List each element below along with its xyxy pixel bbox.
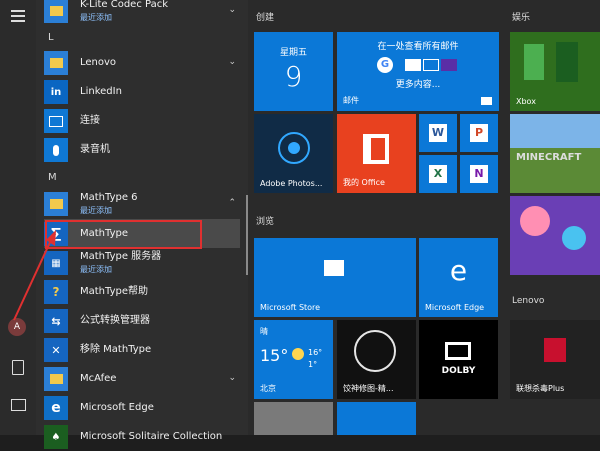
xbox-caption: Xbox xyxy=(516,97,536,106)
minecraft-logo-text: MINECRAFT xyxy=(516,152,582,163)
calendar-weekday: 星期五 xyxy=(279,48,307,58)
mcafee-caption: 联想杀毒Plus xyxy=(516,384,565,393)
minecraft-sky xyxy=(510,114,600,148)
weather-temp: 15° xyxy=(260,346,289,365)
dolby-tile[interactable]: DOLBY xyxy=(419,320,498,399)
minecraft-tile[interactable]: MINECRAFT xyxy=(510,114,600,193)
mail-title: 在一处查看所有邮件 xyxy=(377,42,459,52)
onenote-icon: N xyxy=(470,165,488,183)
eclipse-ring-icon xyxy=(354,330,396,372)
edge-caption: Microsoft Edge xyxy=(425,303,485,312)
office-caption: 我的 Office xyxy=(343,178,385,187)
group-title-create[interactable]: 创建 xyxy=(256,10,274,23)
powerpoint-tile[interactable]: P xyxy=(460,114,498,152)
office-logo-icon xyxy=(363,134,389,164)
mail-tile[interactable]: 在一处查看所有邮件 G 更多内容... 邮件 xyxy=(337,32,499,111)
weather-city: 北京 xyxy=(260,384,276,393)
store-bag-icon xyxy=(324,260,344,276)
photo-tile[interactable]: 饺神修图-精... xyxy=(337,320,416,399)
store-tile[interactable]: Microsoft Store xyxy=(254,238,416,317)
mail-caption: 邮件 xyxy=(343,96,359,105)
mcafee-tile[interactable]: 联想杀毒Plus xyxy=(510,320,600,399)
weather-tile[interactable]: 晴 15° 16° 1° 北京 xyxy=(254,320,333,399)
google-icon: G xyxy=(377,57,393,73)
weather-condition: 晴 xyxy=(260,327,268,336)
store-caption: Microsoft Store xyxy=(260,303,321,312)
bubble-game-tile[interactable] xyxy=(510,196,600,275)
word-icon: W xyxy=(429,124,447,142)
partial-tile[interactable] xyxy=(337,402,416,435)
outlook-icon xyxy=(405,59,421,71)
edge-logo-icon: e xyxy=(449,254,468,287)
sun-icon xyxy=(292,348,304,360)
edge-tile[interactable]: e Microsoft Edge xyxy=(419,238,498,317)
bubble-icon xyxy=(562,226,586,250)
weather-high: 16° xyxy=(308,348,323,357)
mail-envelope-icon xyxy=(423,59,439,71)
photoshop-caption: Adobe Photos... xyxy=(260,179,323,188)
photo-caption: 饺神修图-精... xyxy=(343,384,394,393)
weather-low: 1° xyxy=(308,360,318,369)
mcafee-shield-icon xyxy=(544,338,566,362)
yahoo-icon xyxy=(441,59,457,71)
dolby-caption: DOLBY xyxy=(441,366,476,376)
word-tile[interactable]: W xyxy=(419,114,457,152)
powerpoint-icon: P xyxy=(470,124,488,142)
group-title-browse[interactable]: 浏览 xyxy=(256,214,274,227)
partial-tile[interactable] xyxy=(254,402,333,435)
group-title-lenovo[interactable]: Lenovo xyxy=(512,296,544,306)
camera-aperture-icon xyxy=(278,132,310,164)
group-title-play[interactable]: 娱乐 xyxy=(512,10,530,23)
xbox-character-icon xyxy=(556,42,578,82)
mail-more: 更多内容... xyxy=(395,80,441,90)
calendar-tile[interactable]: 星期五 9 xyxy=(254,32,333,111)
excel-icon: X xyxy=(429,165,447,183)
mail-badge-icon xyxy=(481,97,492,105)
xbox-character-icon xyxy=(524,44,544,80)
game-character-icon xyxy=(520,206,550,236)
onenote-tile[interactable]: N xyxy=(460,155,498,193)
office-tile[interactable]: 我的 Office xyxy=(337,114,416,193)
photoshop-tile[interactable]: Adobe Photos... xyxy=(254,114,333,193)
dolby-logo-icon xyxy=(445,342,471,360)
excel-tile[interactable]: X xyxy=(419,155,457,193)
calendar-day: 9 xyxy=(284,60,303,93)
xbox-tile[interactable]: Xbox xyxy=(510,32,600,111)
